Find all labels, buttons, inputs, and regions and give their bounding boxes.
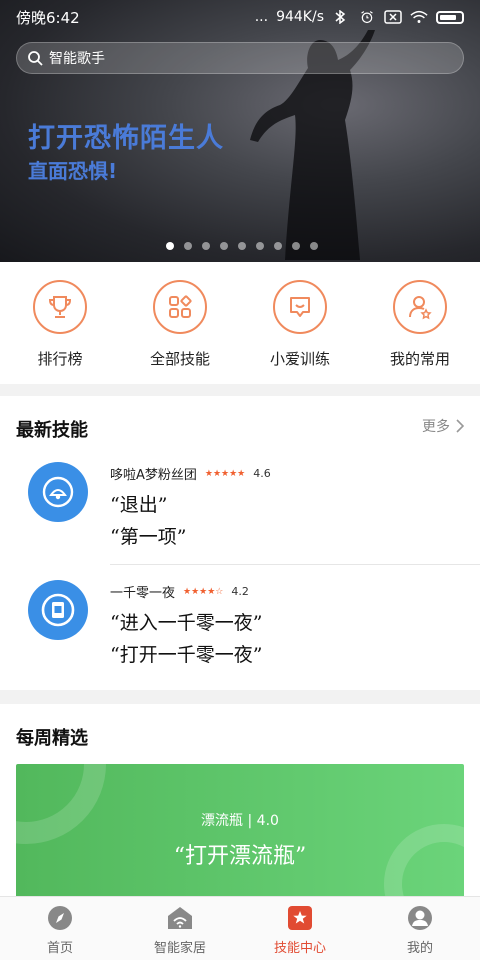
bell-icon	[28, 462, 88, 522]
tab-label: 首页	[46, 941, 73, 956]
carousel-dot[interactable]	[274, 242, 282, 250]
tab-home[interactable]: 首页	[0, 897, 120, 960]
quick-nav-training[interactable]: 小爱训练	[240, 262, 360, 384]
search-bar[interactable]: 智能歌手	[16, 42, 464, 74]
carousel-dot[interactable]	[256, 242, 264, 250]
status-dots: ...	[254, 9, 269, 25]
user-star-icon	[393, 280, 447, 334]
quick-nav-all-skills[interactable]: 全部技能	[120, 262, 240, 384]
rating-value: 4.2	[231, 585, 249, 598]
sim-off-icon	[384, 10, 402, 24]
section-title: 最新技能	[16, 420, 88, 441]
rating-stars: ★★★★☆	[183, 586, 224, 597]
skill-command: “打开一千零一夜”	[110, 644, 263, 666]
quick-nav: 排行榜 全部技能 小爱训练 我的常用	[0, 262, 480, 384]
book-icon	[28, 580, 88, 640]
tab-label: 智能家居	[153, 941, 206, 956]
quick-nav-label: 全部技能	[149, 350, 210, 368]
tab-label: 我的	[406, 941, 433, 956]
hero-subtitle: 直面恐惧!	[28, 159, 118, 183]
skill-card[interactable]: 哆啦A梦粉丝团 ★★★★★ 4.6 “退出” “第一项”	[0, 444, 480, 564]
carousel-indicator[interactable]	[166, 242, 318, 250]
skill-name: 哆啦A梦粉丝团	[110, 468, 197, 483]
more-link[interactable]: 更多	[422, 416, 464, 436]
rating-stars: ★★★★★	[204, 468, 246, 479]
carousel-dot[interactable]	[184, 242, 192, 250]
search-icon	[28, 51, 43, 66]
carousel-dot[interactable]	[166, 242, 174, 250]
wifi-icon	[410, 10, 428, 23]
status-bar: 傍晚6:42 ... 944K/s	[0, 0, 480, 34]
bluetooth-icon	[335, 10, 346, 24]
tab-skill-center[interactable]: 技能中心	[240, 897, 360, 960]
skill-name: 一千零一夜	[110, 586, 176, 601]
network-speed: 944K/s	[276, 9, 324, 25]
search-placeholder[interactable]: 智能歌手	[49, 48, 105, 68]
skill-command: “进入一千零一夜”	[110, 612, 263, 634]
alarm-icon	[361, 11, 373, 24]
weekly-feature-card[interactable]: 漂流瓶 | 4.0 “打开漂流瓶”	[16, 764, 464, 904]
chat-bubble-icon	[273, 280, 327, 334]
skill-command: “第一项”	[110, 526, 187, 548]
chevron-right-icon	[456, 419, 464, 433]
quick-nav-label: 我的常用	[389, 350, 450, 368]
carousel-dot[interactable]	[238, 242, 246, 250]
skill-command: “退出”	[110, 494, 168, 516]
weekly-skill-command: “打开漂流瓶”	[173, 844, 307, 869]
hero-title: 打开恐怖陌生人	[28, 123, 224, 154]
tab-smart-home[interactable]: 智能家居	[120, 897, 240, 960]
more-label[interactable]: 更多	[422, 416, 450, 436]
carousel-dot[interactable]	[220, 242, 228, 250]
latest-skills-section: 最新技能 更多 哆啦A梦粉丝团 ★★★★★ 4.6 “退出” “第一项” 一千零…	[0, 396, 480, 690]
weekly-skill-meta: 漂流瓶 | 4.0	[201, 813, 279, 829]
home-wifi-icon	[168, 907, 192, 929]
bottom-tab-bar: 首页 智能家居 技能中心 我的	[0, 896, 480, 960]
trophy-icon	[33, 280, 87, 334]
carousel-dot[interactable]	[292, 242, 300, 250]
status-time: 傍晚6:42	[16, 8, 80, 27]
quick-nav-favorites[interactable]: 我的常用	[360, 262, 480, 384]
tab-me[interactable]: 我的	[360, 897, 480, 960]
star-box-icon	[288, 906, 312, 930]
quick-nav-ranking[interactable]: 排行榜	[0, 262, 120, 384]
rating-value: 4.6	[253, 467, 271, 480]
compass-icon	[48, 906, 72, 930]
carousel-dot[interactable]	[202, 242, 210, 250]
skill-card[interactable]: 一千零一夜 ★★★★☆ 4.2 “进入一千零一夜” “打开一千零一夜”	[0, 564, 480, 684]
grid-apps-icon	[153, 280, 207, 334]
quick-nav-label: 排行榜	[37, 350, 83, 368]
battery-icon	[436, 10, 464, 24]
section-title: 每周精选	[16, 728, 88, 749]
quick-nav-label: 小爱训练	[269, 350, 330, 368]
tab-label: 技能中心	[273, 941, 326, 956]
hero-banner[interactable]: 傍晚6:42 ... 944K/s 智能歌手 打开恐怖陌生人 直面恐惧!	[0, 0, 480, 262]
decor-ring	[16, 764, 106, 844]
user-icon	[408, 906, 432, 930]
carousel-dot[interactable]	[310, 242, 318, 250]
